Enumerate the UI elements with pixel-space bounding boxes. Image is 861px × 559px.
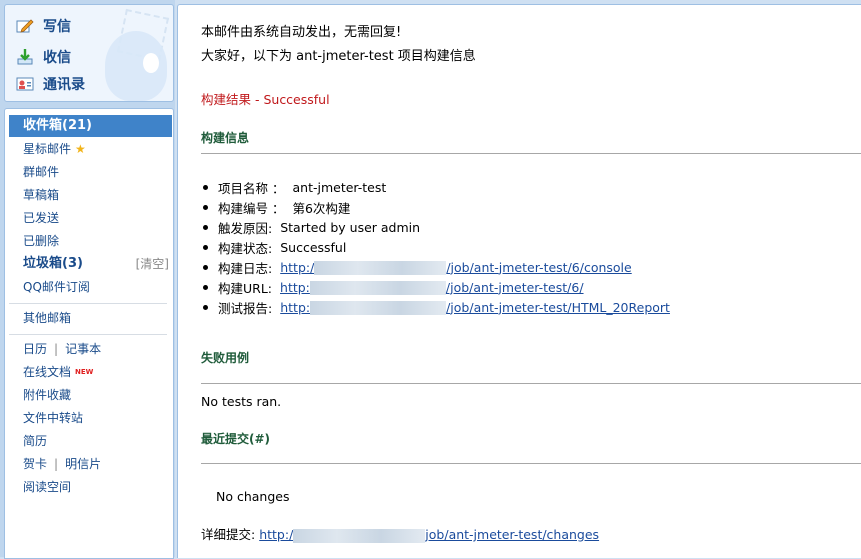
receive-label: 收信 bbox=[43, 50, 71, 66]
failed-cases-text: No tests ran. bbox=[201, 394, 282, 409]
link-prefix: http: bbox=[280, 279, 310, 295]
divider bbox=[9, 334, 167, 335]
bullet-icon bbox=[203, 245, 208, 250]
folder-deleted[interactable]: 已删除 bbox=[5, 230, 173, 252]
redacted-host bbox=[314, 261, 447, 276]
build-info-heading: 构建信息 bbox=[201, 131, 250, 145]
reading-space[interactable]: 阅读空间 bbox=[5, 476, 173, 498]
failed-cases-heading: 失败用例 bbox=[201, 351, 250, 365]
compose-button[interactable]: 写信 bbox=[15, 13, 71, 39]
folder-list: 收件箱(21) 星标邮件 ★ 群邮件 草稿箱 已发送 已删除 垃圾箱(3) [清空… bbox=[4, 108, 174, 559]
item-value: ant-jmeter-test bbox=[292, 180, 387, 195]
link-prefix: http:/ bbox=[259, 527, 294, 542]
folder-sent[interactable]: 已发送 bbox=[5, 207, 173, 229]
bullet-icon bbox=[203, 205, 208, 210]
link-suffix: /job/ant-jmeter-test/6/ bbox=[445, 279, 584, 295]
folder-inbox[interactable]: 收件箱(21) bbox=[9, 115, 172, 137]
no-changes-text: No changes bbox=[216, 489, 290, 504]
item-label: 构建编号 ： bbox=[218, 201, 285, 216]
link-suffix: /job/ant-jmeter-test/HTML_20Report bbox=[446, 299, 670, 315]
qq-penguin-eye bbox=[143, 53, 159, 73]
redacted-host bbox=[309, 281, 446, 296]
item-label: 测试报告: bbox=[218, 301, 273, 316]
test-report-link[interactable]: http: /job/ant-jmeter-test/HTML_20Report bbox=[280, 300, 670, 316]
divider bbox=[9, 303, 167, 304]
bullet-icon bbox=[203, 305, 208, 310]
folder-group[interactable]: 群邮件 bbox=[5, 161, 173, 183]
pencil-icon bbox=[15, 17, 35, 35]
bullet-icon bbox=[203, 265, 208, 270]
divider bbox=[201, 463, 861, 464]
item-label: 构建状态: bbox=[218, 241, 273, 256]
contacts-button[interactable]: 通讯录 bbox=[15, 71, 85, 97]
pipe-separator: | bbox=[54, 457, 59, 471]
divider bbox=[201, 383, 861, 384]
build-result: 构建结果 - Successful bbox=[201, 92, 330, 107]
clear-junk-button[interactable]: [清空] bbox=[136, 253, 169, 275]
contact-card-icon bbox=[15, 75, 35, 93]
calendar-link[interactable]: 日历 bbox=[23, 342, 47, 356]
cards-postcards-row: 贺卡 | 明信片 bbox=[5, 453, 173, 475]
build-info-item: 构建日志: http:/ /job/ant-jmeter-test/6/conso… bbox=[203, 258, 632, 277]
redacted-host bbox=[293, 528, 426, 543]
changes-link[interactable]: http:/ job/ant-jmeter-test/changes bbox=[259, 527, 600, 543]
file-transfer[interactable]: 文件中转站 bbox=[5, 407, 173, 429]
item-label: 触发原因: bbox=[218, 221, 273, 236]
folder-starred-label: 星标邮件 bbox=[23, 142, 72, 156]
item-label: 构建URL: bbox=[218, 281, 273, 296]
build-info-item: 构建编号 ： 第6次构建 bbox=[203, 198, 350, 217]
folder-subscribe[interactable]: QQ邮件订阅 bbox=[5, 276, 173, 298]
online-docs[interactable]: 在线文档 NEW bbox=[5, 361, 173, 383]
build-info-item: 触发原因: Started by user admin bbox=[203, 218, 420, 237]
build-info-item: 构建URL: http: /job/ant-jmeter-test/6/ bbox=[203, 278, 584, 297]
build-info-item: 构建状态: Successful bbox=[203, 238, 346, 257]
build-url-link[interactable]: http: /job/ant-jmeter-test/6/ bbox=[280, 280, 584, 296]
folder-drafts[interactable]: 草稿箱 bbox=[5, 184, 173, 206]
bullet-icon bbox=[203, 285, 208, 290]
link-prefix: http:/ bbox=[280, 259, 315, 275]
item-value: 第6次构建 bbox=[292, 201, 351, 216]
folder-junk-label: 垃圾箱(3) bbox=[23, 256, 83, 271]
greeting-line: 大家好，以下为 ant-jmeter-test 项目构建信息 bbox=[201, 49, 476, 64]
resume[interactable]: 简历 bbox=[5, 430, 173, 452]
build-info-item: 项目名称 ： ant-jmeter-test bbox=[203, 178, 386, 197]
folder-starred[interactable]: 星标邮件 ★ bbox=[5, 138, 173, 160]
new-badge: NEW bbox=[75, 368, 94, 376]
pipe-separator: | bbox=[54, 342, 59, 356]
download-icon bbox=[15, 48, 35, 66]
link-suffix: job/ant-jmeter-test/changes bbox=[425, 527, 600, 542]
postcards-link[interactable]: 明信片 bbox=[65, 457, 101, 471]
bullet-icon bbox=[203, 225, 208, 230]
attachment-favorites[interactable]: 附件收藏 bbox=[5, 384, 173, 406]
cards-link[interactable]: 贺卡 bbox=[23, 457, 47, 471]
build-info-item: 测试报告: http: /job/ant-jmeter-test/HTML_20R… bbox=[203, 298, 670, 317]
bullet-icon bbox=[203, 185, 208, 190]
item-value: Started by user admin bbox=[280, 220, 421, 235]
folder-other-mailboxes[interactable]: 其他邮箱 bbox=[5, 307, 173, 329]
notes-link[interactable]: 记事本 bbox=[65, 342, 101, 356]
calendar-notes-row: 日历 | 记事本 bbox=[5, 338, 173, 360]
online-docs-label: 在线文档 bbox=[23, 365, 72, 379]
contacts-label: 通讯录 bbox=[43, 77, 85, 93]
detail-commit-row: 详细提交: http:/ job/ant-jmeter-test/changes bbox=[201, 524, 599, 543]
folder-junk[interactable]: 垃圾箱(3) [清空] bbox=[5, 253, 173, 275]
divider bbox=[201, 153, 861, 154]
redacted-host bbox=[310, 301, 447, 316]
auto-mail-notice: 本邮件由系统自动发出，无需回复! bbox=[201, 25, 402, 40]
console-log-link[interactable]: http:/ /job/ant-jmeter-test/6/console bbox=[280, 260, 632, 276]
link-suffix: /job/ant-jmeter-test/6/console bbox=[446, 259, 632, 275]
recent-commits-heading: 最近提交(#) bbox=[201, 432, 271, 446]
sidebar: 写信 收信 通讯录 收件箱(21) 星标邮件 ★ 群邮件 草稿箱 已发送 已删除 … bbox=[0, 0, 175, 559]
item-value: Successful bbox=[280, 240, 347, 255]
detail-commit-label: 详细提交: bbox=[201, 527, 256, 542]
link-prefix: http: bbox=[280, 299, 311, 315]
receive-button[interactable]: 收信 bbox=[15, 44, 71, 70]
compose-label: 写信 bbox=[43, 19, 71, 35]
mail-body: 本邮件由系统自动发出，无需回复! 大家好，以下为 ant-jmeter-test… bbox=[177, 4, 861, 558]
item-label: 项目名称 ： bbox=[218, 181, 285, 196]
item-label: 构建日志: bbox=[218, 261, 273, 276]
star-icon: ★ bbox=[75, 142, 86, 156]
quick-actions-panel: 写信 收信 通讯录 bbox=[4, 4, 174, 102]
